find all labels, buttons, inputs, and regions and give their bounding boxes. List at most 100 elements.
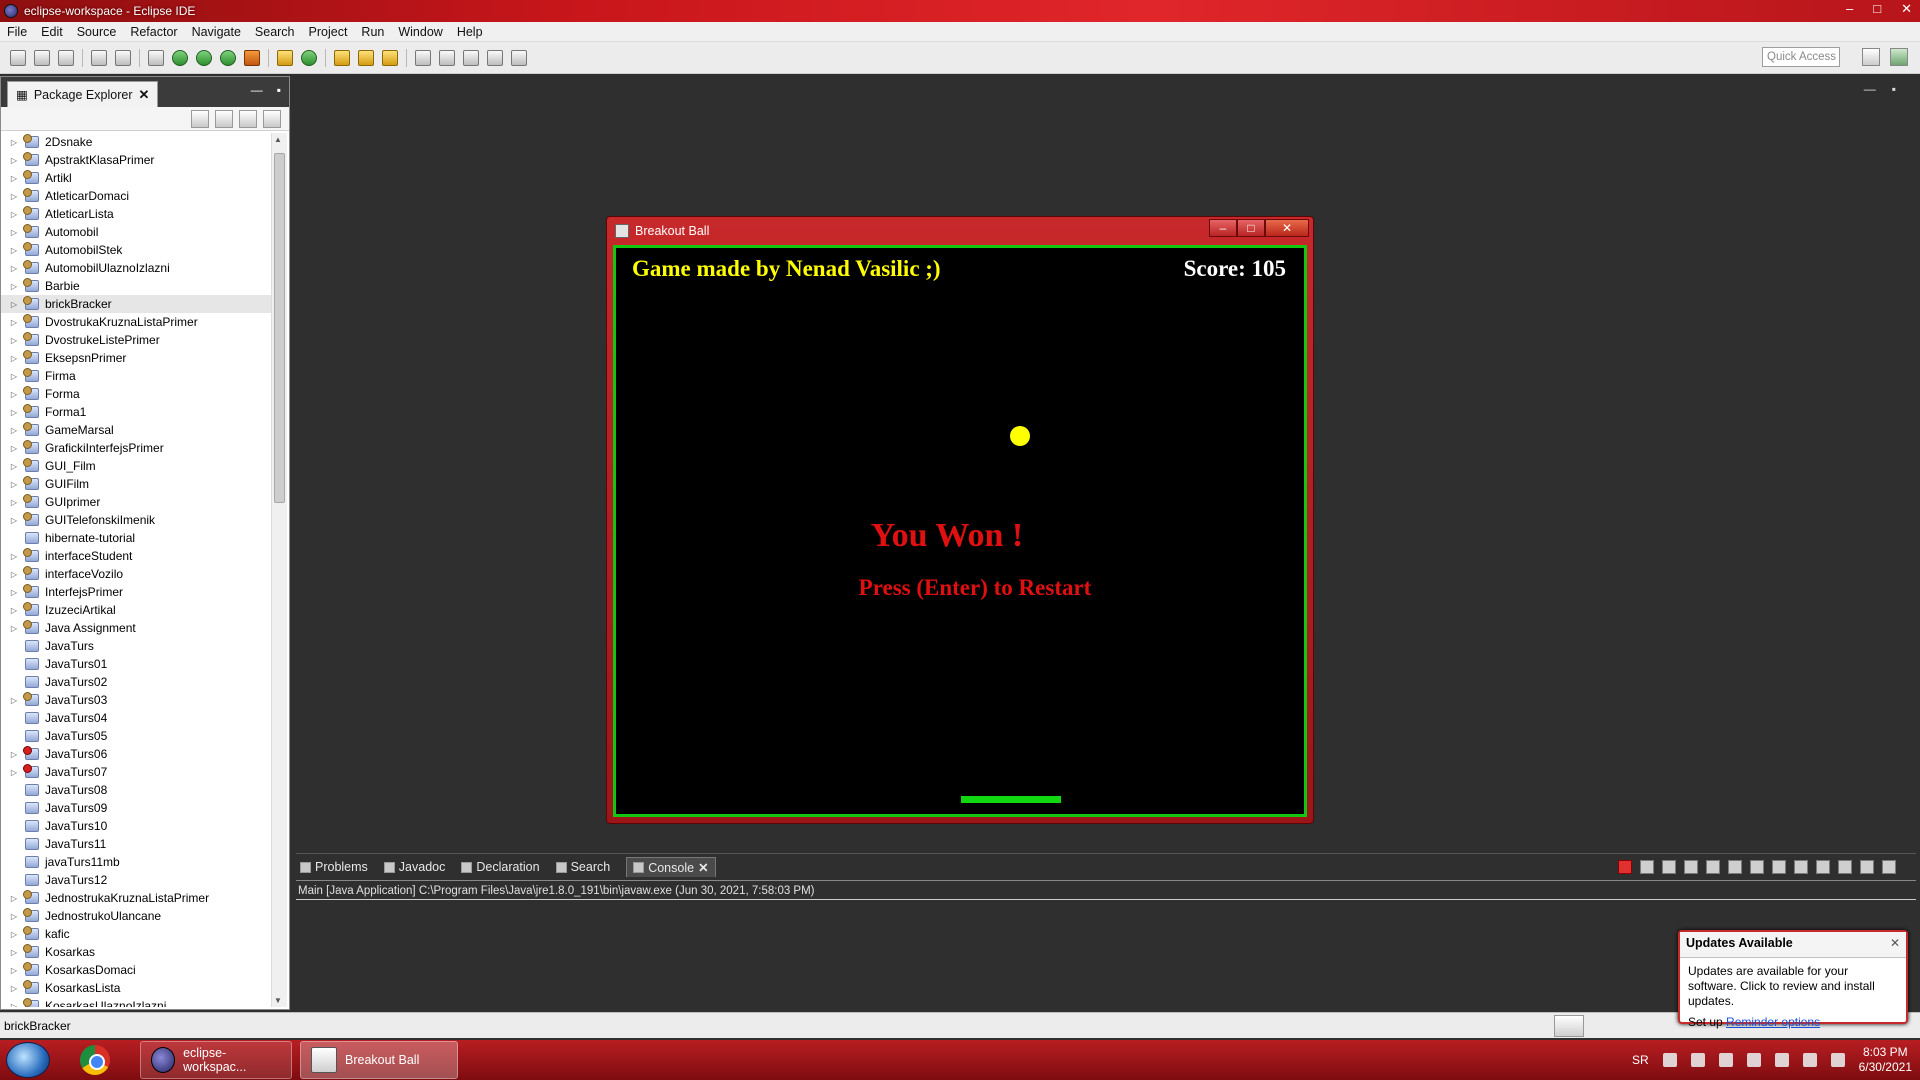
notification-body[interactable]: Updates are available for your software.… [1680,958,1906,1009]
project-item[interactable]: ▷ brickBracker [1,295,271,313]
expand-arrow-icon[interactable]: ▷ [7,300,21,309]
project-item[interactable]: JavaTurs09 [1,799,271,817]
project-item[interactable]: JavaTurs11 [1,835,271,853]
menu-source[interactable]: Source [70,25,124,39]
expand-arrow-icon[interactable]: ▷ [7,372,21,381]
project-item[interactable]: JavaTurs01 [1,655,271,673]
printer-icon[interactable] [1718,1053,1733,1067]
project-item[interactable]: JavaTurs10 [1,817,271,835]
project-item[interactable]: javaTurs11mb [1,853,271,871]
skip-breakpoints-icon[interactable] [148,49,164,66]
maximize-view-icon[interactable] [1882,860,1896,874]
project-item[interactable]: ▷ IzuzeciArtikal [1,601,271,619]
project-item[interactable]: ▷ AtleticarLista [1,205,271,223]
new-java-project-icon[interactable] [277,49,293,66]
project-item[interactable]: ▷ 2Dsnake [1,133,271,151]
expand-arrow-icon[interactable]: ▷ [7,1002,21,1008]
project-item[interactable]: ▷ GUIprimer [1,493,271,511]
open-task-icon[interactable] [358,49,374,66]
expand-arrow-icon[interactable]: ▷ [7,516,21,525]
minimize-view-button[interactable]: — [251,83,263,97]
project-item[interactable]: JavaTurs02 [1,673,271,691]
expand-arrow-icon[interactable]: ▷ [7,210,21,219]
project-item[interactable]: ▷ JavaTurs03 [1,691,271,709]
run-icon[interactable] [196,49,212,66]
expand-arrow-icon[interactable]: ▷ [7,930,21,939]
expand-arrow-icon[interactable]: ▷ [7,498,21,507]
expand-arrow-icon[interactable]: ▷ [7,138,21,147]
expand-arrow-icon[interactable]: ▷ [7,984,21,993]
expand-arrow-icon[interactable]: ▷ [7,264,21,273]
maximize-button[interactable]: □ [1237,219,1265,237]
minimize-view-icon[interactable] [1860,860,1874,874]
project-item[interactable]: ▷ KosarkasLista [1,979,271,997]
scroll-down-icon[interactable]: ▼ [274,996,282,1005]
tab-problems[interactable]: Problems [300,860,368,874]
menu-refactor[interactable]: Refactor [123,25,184,39]
quick-access-input[interactable]: Quick Access [1762,47,1840,67]
open-perspective-icon[interactable] [1862,48,1880,66]
expand-arrow-icon[interactable]: ▷ [7,480,21,489]
open-console-icon[interactable] [1838,860,1852,874]
expand-arrow-icon[interactable]: ▷ [7,426,21,435]
terminal-icon[interactable] [91,49,107,66]
action-center-icon[interactable] [1802,1053,1817,1067]
project-item[interactable]: ▷ interfaceVozilo [1,565,271,583]
word-wrap-icon[interactable] [1728,860,1742,874]
window-titlebar[interactable]: eclipse-workspace - Eclipse IDE – □ ✕ [0,0,1920,22]
close-button[interactable]: ✕ [1265,219,1309,237]
project-item[interactable]: ▷ AutomobilStek [1,241,271,259]
project-item[interactable]: ▷ interfaceStudent [1,547,271,565]
expand-arrow-icon[interactable]: ▷ [7,768,21,777]
new-icon[interactable] [10,49,26,66]
project-item[interactable]: ▷ DvostrukaKruznaListaPrimer [1,313,271,331]
expand-arrow-icon[interactable]: ▷ [7,408,21,417]
minimize-button[interactable]: – [1209,219,1237,237]
menu-search[interactable]: Search [248,25,302,39]
project-item[interactable]: ▷ GUIFilm [1,475,271,493]
tab-console[interactable]: Console ✕ [626,857,716,877]
coverage-icon[interactable] [220,49,236,66]
expand-arrow-icon[interactable]: ▷ [7,462,21,471]
expand-arrow-icon[interactable]: ▷ [7,552,21,561]
minimize-button[interactable]: – [1846,1,1853,17]
minimize-editor-button[interactable]: — [1864,82,1876,96]
expand-arrow-icon[interactable]: ▷ [7,606,21,615]
tab-search[interactable]: Search [555,860,610,874]
game-canvas[interactable]: Game made by Nenad Vasilic ;) Score: 105… [613,245,1307,817]
external-tools-icon[interactable] [244,49,260,66]
project-item[interactable]: ▷ JednostrukaKruznaListaPrimer [1,889,271,907]
debug-run-icon[interactable] [172,49,188,66]
link-with-editor-icon[interactable] [215,110,233,128]
project-item[interactable]: ▷ GUITelefonskiImenik [1,511,271,529]
expand-arrow-icon[interactable]: ▷ [7,192,21,201]
remove-all-terminated-icon[interactable] [1662,860,1676,874]
tab-package-explorer[interactable]: ▦ Package Explorer ✕ [7,81,159,107]
taskbar-item-eclipse[interactable]: eclipse-workspac... [140,1041,292,1079]
project-item[interactable]: hibernate-tutorial [1,529,271,547]
scrollbar-thumb[interactable] [274,153,285,503]
menu-file[interactable]: File [0,25,34,39]
expand-arrow-icon[interactable]: ▷ [7,588,21,597]
maximize-button[interactable]: □ [1873,1,1881,17]
language-indicator[interactable]: SR [1632,1053,1649,1067]
previous-annotation-icon[interactable] [439,49,455,66]
project-item[interactable]: ▷ Java Assignment [1,619,271,637]
project-item[interactable]: ▷ Kosarkas [1,943,271,961]
breakout-titlebar[interactable]: Breakout Ball [607,217,1313,245]
menu-edit[interactable]: Edit [34,25,70,39]
show-on-error-icon[interactable] [1772,860,1786,874]
updates-notification[interactable]: Updates Available ✕ Updates are availabl… [1678,930,1908,1029]
reminder-options-link[interactable]: Reminder options [1726,1015,1820,1029]
project-item[interactable]: ▷ Firma [1,367,271,385]
save-all-icon[interactable] [58,49,74,66]
menu-help[interactable]: Help [450,25,490,39]
menu-project[interactable]: Project [302,25,355,39]
project-item[interactable]: ▷ AutomobilUlaznoIzlazni [1,259,271,277]
breakout-window[interactable]: Breakout Ball – □ ✕ Game made by Nenad V… [606,216,1314,824]
project-item[interactable]: ▷ DvostrukeListePrimer [1,331,271,349]
project-item[interactable]: ▷ kafic [1,925,271,943]
project-item[interactable]: ▷ JednostrukoUlancane [1,907,271,925]
expand-arrow-icon[interactable]: ▷ [7,624,21,633]
clear-console-icon[interactable] [1684,860,1698,874]
